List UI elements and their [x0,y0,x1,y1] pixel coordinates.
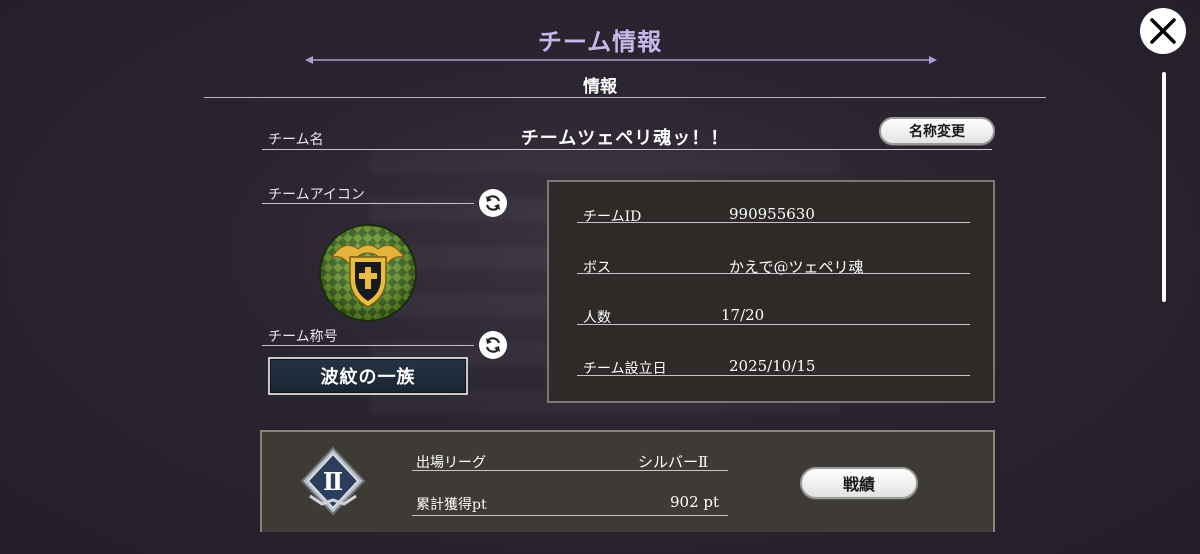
close-icon [1150,18,1176,44]
info-value-team-id: 990955630 [729,205,815,223]
header-divider [204,97,1046,98]
team-name-label: チーム名 [268,132,324,148]
page-title: チーム情報 [537,27,663,56]
shield-cross-emblem-icon [319,224,417,322]
close-button[interactable] [1140,8,1186,54]
league-label: 出場リーグ [416,455,486,471]
info-label-team-id: チームID [583,209,642,225]
info-underline [577,375,970,376]
change-icon-button[interactable] [479,189,507,217]
team-title-label: チーム称号 [268,329,338,345]
team-info-panel: チームID 990955630 ボス かえで@ツェペリ魂 人数 17/20 チー… [547,180,995,403]
change-title-button[interactable] [479,331,507,359]
league-underline [412,470,728,471]
team-title-badge: 波紋の一族 [268,357,468,395]
info-value-founded: 2025/10/15 [729,357,816,375]
silver-league-badge-icon: Ⅱ [300,446,366,516]
refresh-icon [485,195,501,211]
league-rank-text: Ⅱ [323,467,343,496]
team-name: チームツェペリ魂ッ！！ [520,128,730,149]
league-value: シルバーⅡ [638,453,709,471]
points-label: 累計獲得pt [416,497,487,513]
results-button[interactable]: 戦績 [800,467,918,499]
scrollbar[interactable] [1162,72,1166,302]
points-underline [412,515,728,516]
points-value: 902 pt [670,493,720,511]
section-title: 情報 [583,77,617,97]
team-icon-underline [262,203,474,204]
league-panel: Ⅱ 出場リーグ シルバーⅡ 累計獲得pt 902 pt 戦績 [260,430,995,532]
team-name-underline [262,149,992,150]
refresh-icon [485,337,501,353]
rename-button[interactable]: 名称変更 [879,117,995,145]
team-icon-label: チームアイコン [268,187,365,203]
info-label-boss: ボス [583,260,611,276]
info-underline [577,324,970,325]
info-underline [577,222,970,223]
team-title-underline [262,345,474,346]
info-underline [577,273,970,274]
info-value-members: 17/20 [721,306,765,324]
header-arrow-divider [305,56,937,64]
